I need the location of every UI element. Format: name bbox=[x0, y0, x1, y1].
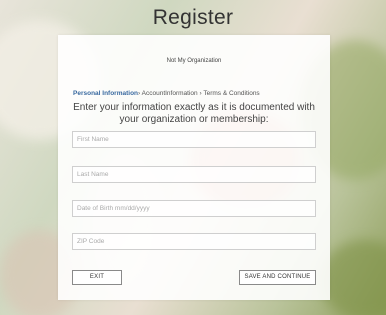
date-of-birth-field[interactable]: Date of Birth mm/dd/yyyy bbox=[72, 200, 316, 217]
zip-code-field[interactable]: ZIP Code bbox=[72, 233, 316, 250]
registration-card: Not My Organization Personal Information… bbox=[58, 35, 330, 300]
not-my-organization-link[interactable]: Not My Organization bbox=[58, 58, 330, 64]
first-name-field[interactable]: First Name bbox=[72, 131, 316, 148]
exit-button[interactable]: EXIT bbox=[72, 270, 122, 285]
breadcrumb-terms-conditions: Terms & Conditions bbox=[203, 90, 260, 97]
page-title: Register bbox=[152, 6, 234, 29]
last-name-field[interactable]: Last Name bbox=[72, 166, 316, 183]
breadcrumb: Personal Information› AccountInformation… bbox=[73, 90, 260, 97]
breadcrumb-personal-information: Personal Information bbox=[73, 90, 139, 97]
register-page: Register Not My Organization Personal In… bbox=[0, 0, 386, 315]
save-and-continue-button[interactable]: SAVE AND CONTINUE bbox=[239, 270, 316, 285]
form-instructions: Enter your information exactly as it is … bbox=[73, 102, 315, 125]
breadcrumb-account-information: AccountInformation bbox=[141, 90, 198, 97]
